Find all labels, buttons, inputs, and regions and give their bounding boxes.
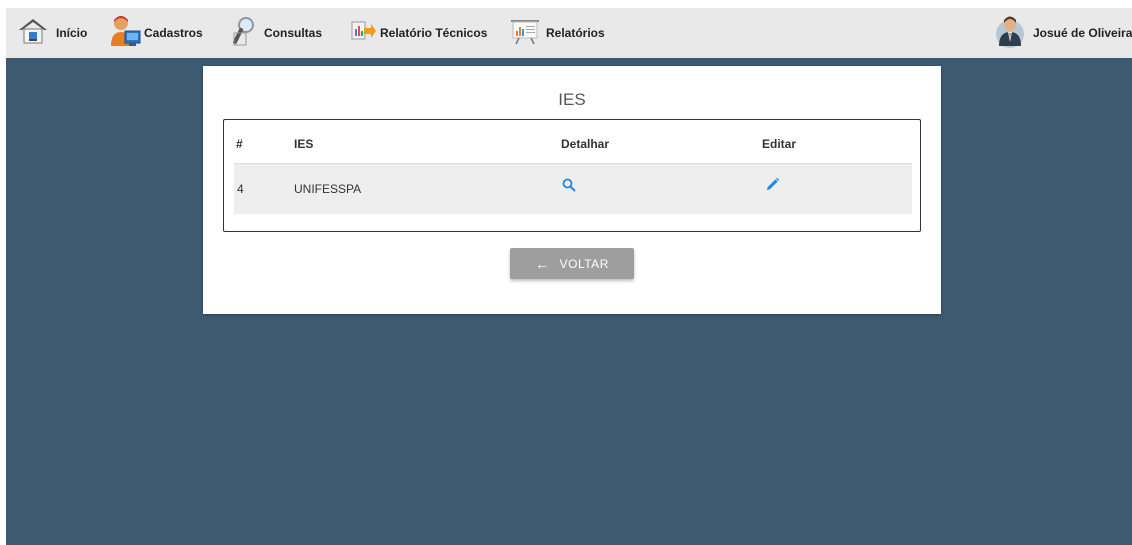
back-button[interactable]: ← VOLTAR xyxy=(510,248,634,279)
home-icon xyxy=(16,17,50,50)
nav-label: Relatórios xyxy=(546,26,605,40)
cell-ies: UNIFESSPA xyxy=(294,182,362,196)
magnifier-icon xyxy=(232,16,256,51)
column-header-detalhar: Detalhar xyxy=(561,137,610,151)
column-header-editar: Editar xyxy=(762,137,797,151)
arrow-left-icon: ← xyxy=(535,255,550,272)
app-frame: Início Cadastros Consultas Relatório Téc… xyxy=(6,8,1132,545)
nav-label: Início xyxy=(56,26,88,40)
nav-label: Cadastros xyxy=(144,26,203,40)
user-avatar-icon xyxy=(995,12,1025,55)
user-register-icon xyxy=(110,14,142,53)
back-button-label: VOLTAR xyxy=(559,256,609,271)
user-menu[interactable]: Josué de Oliveira xyxy=(995,8,1132,58)
report-icon xyxy=(350,19,376,48)
nav-label: Relatório Técnicos xyxy=(380,26,488,40)
top-navbar: Início Cadastros Consultas Relatório Téc… xyxy=(6,8,1132,58)
nav-item-consultas[interactable]: Consultas xyxy=(232,8,322,58)
pencil-icon[interactable] xyxy=(765,177,780,197)
presentation-chart-icon xyxy=(510,17,540,50)
ies-card: IES # IES Detalhar Editar 4 UNIFESSPA ← … xyxy=(203,66,941,314)
page-title: IES xyxy=(558,90,586,109)
search-icon[interactable] xyxy=(562,178,576,197)
nav-item-relatorios[interactable]: Relatórios xyxy=(510,8,605,58)
nav-item-cadastros[interactable]: Cadastros xyxy=(110,8,203,58)
nav-item-inicio[interactable]: Início xyxy=(16,8,87,58)
column-header-id: # xyxy=(236,137,243,151)
cell-id: 4 xyxy=(237,182,244,196)
nav-label: Consultas xyxy=(264,26,323,40)
ies-table: # IES Detalhar Editar 4 UNIFESSPA xyxy=(223,119,921,232)
column-header-ies: IES xyxy=(294,137,314,151)
user-name: Josué de Oliveira xyxy=(1033,26,1132,40)
nav-item-relatorio-tecnicos[interactable]: Relatório Técnicos xyxy=(350,8,487,58)
